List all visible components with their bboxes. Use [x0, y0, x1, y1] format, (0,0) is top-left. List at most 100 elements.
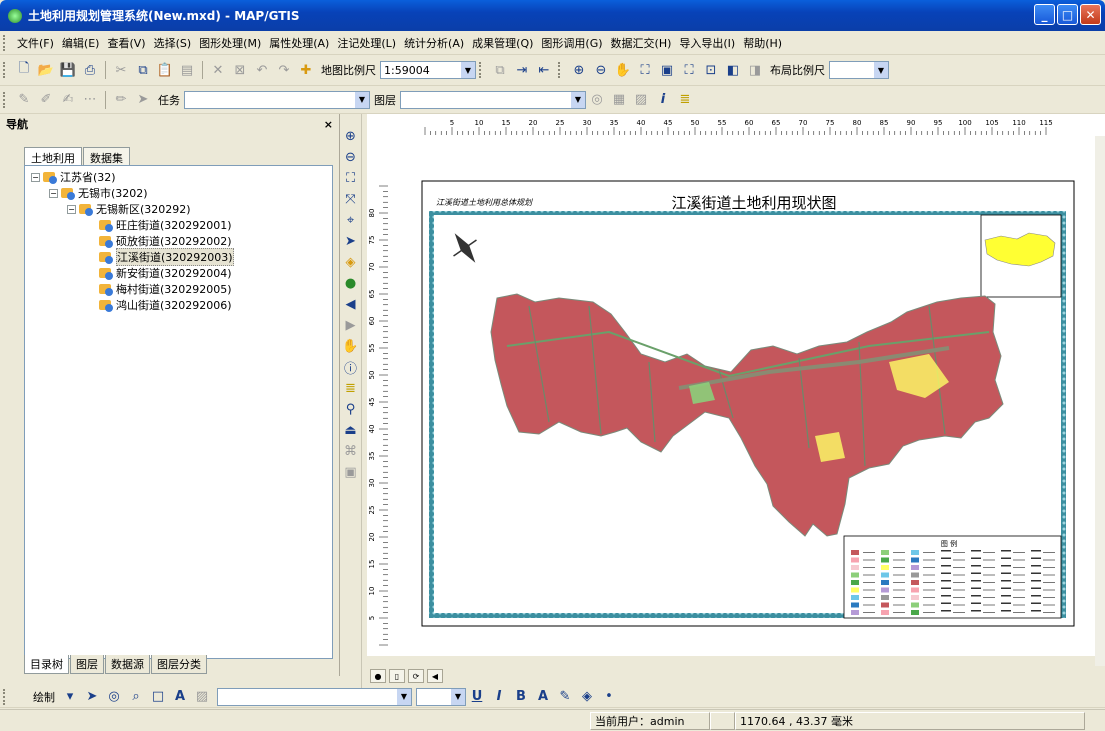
- chevron-down-icon[interactable]: ▾: [60, 687, 80, 707]
- menu-statistics[interactable]: 统计分析(A): [400, 35, 468, 51]
- tab-layer-category[interactable]: 图层分类: [151, 655, 207, 674]
- tree-node-selected[interactable]: 江溪街道(320292003): [99, 248, 234, 266]
- import-icon[interactable]: ⇥: [512, 60, 532, 80]
- sketch-icon[interactable]: ✍: [58, 90, 78, 110]
- text-icon[interactable]: A: [170, 687, 190, 707]
- fixed-zoom-in-icon[interactable]: ⛶: [341, 170, 361, 187]
- zoom-in-icon[interactable]: ⊕: [341, 128, 361, 145]
- tab-catalog-tree[interactable]: 目录树: [24, 655, 69, 674]
- toolbar-grip[interactable]: [3, 91, 9, 108]
- zoom-whole-page-icon[interactable]: ⛶: [635, 60, 655, 80]
- tree-node[interactable]: 鸿山街道(320292006): [99, 297, 232, 313]
- fixed-zoom-out-icon[interactable]: ⊡: [701, 60, 721, 80]
- data-view-icon[interactable]: ●: [370, 669, 386, 683]
- select-arrow-icon[interactable]: ➤: [341, 233, 361, 250]
- underline-icon[interactable]: U: [467, 687, 487, 707]
- toolbar-grip[interactable]: [479, 62, 485, 78]
- marker-color-icon[interactable]: •: [599, 687, 619, 707]
- bold-icon[interactable]: B: [511, 687, 531, 707]
- zoom-out-page-icon[interactable]: ⊖: [591, 60, 611, 80]
- zoom-to-selected-icon[interactable]: ⌕: [126, 687, 146, 707]
- scroll-left-icon[interactable]: ◀: [427, 669, 443, 683]
- select-features-icon[interactable]: ◈: [341, 254, 361, 271]
- open-folder-icon[interactable]: 📂: [36, 60, 56, 80]
- identify-icon[interactable]: i: [653, 90, 673, 110]
- tree-node[interactable]: 梅村街道(320292005): [99, 281, 232, 297]
- back-extent-icon[interactable]: ◧: [723, 60, 743, 80]
- redo-icon[interactable]: ↷: [274, 60, 294, 80]
- layer-combo[interactable]: ▼: [400, 90, 586, 109]
- export-icon[interactable]: ⇤: [534, 60, 554, 80]
- tab-layers[interactable]: 图层: [70, 655, 104, 674]
- hyperlink-icon[interactable]: ⌘: [341, 443, 361, 460]
- menu-file[interactable]: 文件(F): [13, 35, 58, 51]
- info-icon[interactable]: ⓘ: [341, 359, 361, 377]
- toolbar-grip[interactable]: [558, 62, 564, 78]
- chevron-down-icon[interactable]: ▼: [451, 688, 465, 705]
- target-icon[interactable]: ◎: [587, 90, 607, 110]
- tree-node[interactable]: − 无锡市(3202): [49, 185, 148, 201]
- toolbar-grip[interactable]: [3, 34, 9, 51]
- rotate-icon[interactable]: ◎: [104, 687, 124, 707]
- tree-node[interactable]: 旺庄街道(320292001): [99, 217, 232, 233]
- collapse-icon[interactable]: −: [67, 204, 76, 214]
- pan-icon[interactable]: ✋: [613, 60, 633, 80]
- menu-select[interactable]: 选择(S): [150, 35, 196, 51]
- pencil-icon[interactable]: ✏: [111, 90, 131, 110]
- font-color-icon[interactable]: A: [533, 687, 553, 707]
- select-elements-icon[interactable]: ➤: [82, 687, 102, 707]
- swipe-icon[interactable]: ▣: [341, 464, 361, 481]
- close-button[interactable]: ✕: [1080, 4, 1101, 25]
- pan-page-icon[interactable]: ⧉: [490, 60, 510, 80]
- image-icon[interactable]: ▨: [631, 90, 651, 110]
- find-binoculars-icon[interactable]: ⚲: [341, 401, 361, 418]
- collapse-icon[interactable]: −: [31, 172, 40, 182]
- add-data-icon[interactable]: ✚: [296, 60, 316, 80]
- full-extent-icon[interactable]: ⌖: [341, 212, 361, 229]
- font-combo[interactable]: ▼: [217, 687, 412, 706]
- previous-extent-icon[interactable]: ◀: [341, 296, 361, 313]
- tree-node[interactable]: − 无锡新区(320292): [67, 201, 191, 217]
- chevron-down-icon[interactable]: ▼: [571, 91, 585, 108]
- menu-view[interactable]: 查看(V): [103, 35, 149, 51]
- vertical-scrollbar[interactable]: [1095, 136, 1105, 666]
- chevron-down-icon[interactable]: ▼: [461, 62, 475, 78]
- fill-color-icon[interactable]: ◈: [577, 687, 597, 707]
- fixed-zoom-in-icon[interactable]: ⛶: [679, 60, 699, 80]
- next-extent-icon[interactable]: ▶: [341, 317, 361, 334]
- forward-extent-icon[interactable]: ◨: [745, 60, 765, 80]
- edit-vertices-icon[interactable]: ▨: [192, 687, 212, 707]
- menu-edit[interactable]: 编辑(E): [58, 35, 104, 51]
- map-scale-combo[interactable]: 1:59004 ▼: [380, 61, 476, 79]
- menu-help[interactable]: 帮助(H): [739, 35, 786, 51]
- zoom-out-icon[interactable]: ⊖: [341, 149, 361, 166]
- edit-tool-icon[interactable]: ✐: [36, 90, 56, 110]
- collapse-icon[interactable]: −: [49, 188, 58, 198]
- tree-node[interactable]: 新安街道(320292004): [99, 265, 232, 281]
- edit-vertices-icon[interactable]: ✎: [14, 90, 34, 110]
- delete-icon[interactable]: ✕: [208, 60, 228, 80]
- menu-annotation[interactable]: 注记处理(L): [333, 35, 400, 51]
- globe-icon[interactable]: ●: [341, 275, 361, 292]
- delete-all-icon[interactable]: ⊠: [230, 60, 250, 80]
- tree-node[interactable]: − 江苏省(32): [31, 169, 116, 185]
- chevron-down-icon[interactable]: ▼: [397, 688, 411, 705]
- measure-icon[interactable]: ⏏: [341, 422, 361, 439]
- zoom-100-icon[interactable]: ▣: [657, 60, 677, 80]
- layout-view[interactable]: 江溪街道土地利用现状图 江溪街道土地利用总体规划 图 例: [389, 136, 1095, 656]
- toolbar-grip[interactable]: [3, 688, 9, 705]
- reshape-icon[interactable]: ⋯: [80, 90, 100, 110]
- layers-icon[interactable]: ≣: [675, 90, 695, 110]
- font-size-combo[interactable]: ▼: [416, 687, 466, 706]
- tab-data-source[interactable]: 数据源: [105, 655, 150, 674]
- layers-icon[interactable]: ≣: [341, 380, 361, 397]
- chevron-down-icon[interactable]: ▼: [355, 91, 369, 108]
- zoom-in-page-icon[interactable]: ⊕: [569, 60, 589, 80]
- line-color-icon[interactable]: ✎: [555, 687, 575, 707]
- menu-attributes[interactable]: 属性处理(A): [265, 35, 333, 51]
- cut-icon[interactable]: ✂: [111, 60, 131, 80]
- menu-results[interactable]: 成果管理(Q): [468, 35, 537, 51]
- tree-node[interactable]: 硕放街道(320292002): [99, 233, 232, 249]
- layout-scale-combo[interactable]: ▼: [829, 61, 889, 79]
- pan-hand-icon[interactable]: ✋: [341, 338, 361, 355]
